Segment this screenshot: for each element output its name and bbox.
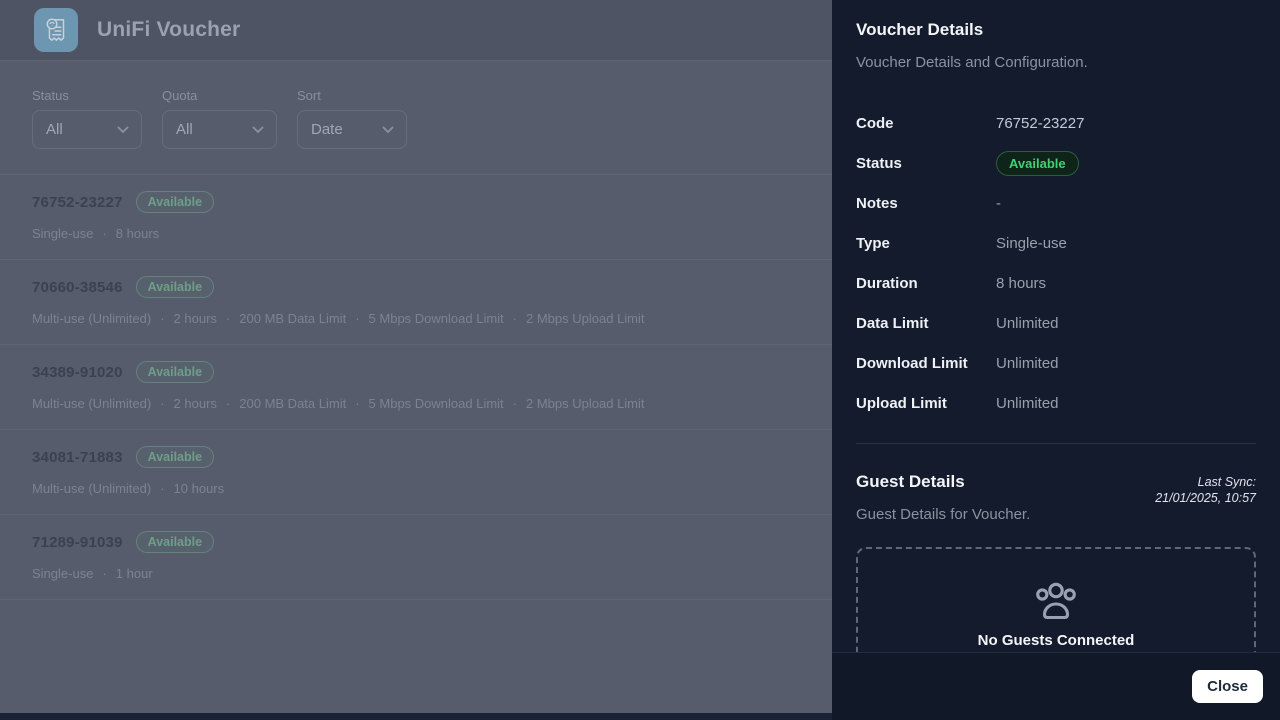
dot-separator: · xyxy=(226,396,230,412)
dot-separator: · xyxy=(513,396,517,412)
voucher-meta-item: 2 Mbps Upload Limit xyxy=(526,311,645,327)
quota-select-value: All xyxy=(176,121,193,138)
voucher-code: 71289-91039 xyxy=(32,534,123,551)
voucher-meta-item: 200 MB Data Limit xyxy=(239,396,346,412)
close-button[interactable]: Close xyxy=(1192,670,1263,703)
voucher-meta-item: Single-use xyxy=(32,226,93,242)
detail-field-value: - xyxy=(996,195,1001,212)
page-title: UniFi Voucher xyxy=(97,18,240,42)
voucher-code: 76752-23227 xyxy=(32,194,123,211)
detail-field-label: Notes xyxy=(856,195,996,212)
voucher-meta-item: 5 Mbps Download Limit xyxy=(369,311,504,327)
detail-field-value: Unlimited xyxy=(996,355,1059,372)
voucher-status-badge: Available xyxy=(136,361,214,383)
last-sync-label: Last Sync: xyxy=(1155,474,1256,490)
detail-field-value: Unlimited xyxy=(996,315,1059,332)
dot-separator: · xyxy=(102,226,106,242)
detail-field-row: Download Limit Unlimited xyxy=(856,343,1256,383)
dot-separator: · xyxy=(355,311,359,327)
status-select-value: All xyxy=(46,121,63,138)
voucher-status-badge: Available xyxy=(136,446,214,468)
voucher-code: 34081-71883 xyxy=(32,449,123,466)
status-filter-label: Status xyxy=(32,89,142,102)
voucher-meta-item: 10 hours xyxy=(174,481,225,497)
dot-separator: · xyxy=(160,396,164,412)
voucher-meta-item: Multi-use (Unlimited) xyxy=(32,396,151,412)
no-guests-box: No Guests Connected xyxy=(856,547,1256,652)
chevron-down-icon xyxy=(252,126,264,134)
detail-field-value: 8 hours xyxy=(996,275,1046,292)
voucher-meta-item: 200 MB Data Limit xyxy=(239,311,346,327)
app-logo xyxy=(34,8,78,52)
dot-separator: · xyxy=(355,396,359,412)
guest-details-title: Guest Details xyxy=(856,472,1030,492)
last-sync: Last Sync: 21/01/2025, 10:57 xyxy=(1155,472,1256,506)
voucher-meta-item: Single-use xyxy=(32,566,93,582)
detail-field-label: Type xyxy=(856,235,996,252)
dot-separator: · xyxy=(102,566,106,582)
chevron-down-icon xyxy=(382,126,394,134)
voucher-status-badge: Available xyxy=(136,531,214,553)
voucher-meta-item: 1 hour xyxy=(116,566,153,582)
voucher-receipt-icon xyxy=(41,15,71,45)
detail-field-row: Status Available xyxy=(856,143,1256,183)
quota-select[interactable]: All xyxy=(162,110,277,149)
users-icon xyxy=(1033,581,1079,623)
last-sync-value: 21/01/2025, 10:57 xyxy=(1155,490,1256,506)
no-guests-text: No Guests Connected xyxy=(978,632,1135,649)
detail-field-label: Data Limit xyxy=(856,315,996,332)
dot-separator: · xyxy=(513,311,517,327)
drawer-footer: Close xyxy=(832,652,1280,720)
detail-field-label: Upload Limit xyxy=(856,395,996,412)
detail-field-label: Code xyxy=(856,115,996,132)
section-divider xyxy=(856,443,1256,444)
voucher-meta-item: 2 hours xyxy=(174,396,217,412)
filter-sort: Sort Date xyxy=(297,89,407,149)
filter-status: Status All xyxy=(32,89,142,149)
detail-field-row: Duration 8 hours xyxy=(856,263,1256,303)
status-select[interactable]: All xyxy=(32,110,142,149)
voucher-meta-item: Multi-use (Unlimited) xyxy=(32,311,151,327)
voucher-status-badge: Available xyxy=(136,191,214,213)
detail-field-label: Duration xyxy=(856,275,996,292)
sort-select[interactable]: Date xyxy=(297,110,407,149)
detail-field-value: 76752-23227 xyxy=(996,115,1084,132)
status-badge: Available xyxy=(996,151,1079,176)
voucher-code: 34389-91020 xyxy=(32,364,123,381)
sort-select-value: Date xyxy=(311,121,343,138)
voucher-code: 70660-38546 xyxy=(32,279,123,296)
detail-field-label: Status xyxy=(856,155,996,172)
detail-field-row: Data Limit Unlimited xyxy=(856,303,1256,343)
detail-field-value: Unlimited xyxy=(996,395,1059,412)
voucher-meta-item: 5 Mbps Download Limit xyxy=(369,396,504,412)
drawer-subtitle: Voucher Details and Configuration. xyxy=(856,54,1256,71)
drawer-title: Voucher Details xyxy=(856,20,1256,40)
guest-details-subtitle: Guest Details for Voucher. xyxy=(856,506,1030,523)
detail-field-row: Code 76752-23227 xyxy=(856,103,1256,143)
voucher-meta-item: 8 hours xyxy=(116,226,159,242)
dot-separator: · xyxy=(226,311,230,327)
voucher-fields: Code 76752-23227 Status Available Notes … xyxy=(856,103,1256,423)
voucher-meta-item: 2 hours xyxy=(174,311,217,327)
detail-field-row: Upload Limit Unlimited xyxy=(856,383,1256,423)
dot-separator: · xyxy=(160,481,164,497)
voucher-details-drawer: Voucher Details Voucher Details and Conf… xyxy=(832,0,1280,720)
voucher-meta-item: 2 Mbps Upload Limit xyxy=(526,396,645,412)
quota-filter-label: Quota xyxy=(162,89,277,102)
guest-details-header: Guest Details Guest Details for Voucher.… xyxy=(856,472,1256,523)
detail-field-row: Type Single-use xyxy=(856,223,1256,263)
voucher-meta-item: Multi-use (Unlimited) xyxy=(32,481,151,497)
detail-field-row: Notes - xyxy=(856,183,1256,223)
sort-filter-label: Sort xyxy=(297,89,407,102)
detail-field-value: Single-use xyxy=(996,235,1067,252)
drawer-body: Voucher Details Voucher Details and Conf… xyxy=(832,0,1280,652)
filter-quota: Quota All xyxy=(162,89,277,149)
dot-separator: · xyxy=(160,311,164,327)
voucher-status-badge: Available xyxy=(136,276,214,298)
chevron-down-icon xyxy=(117,126,129,134)
detail-field-label: Download Limit xyxy=(856,355,996,372)
